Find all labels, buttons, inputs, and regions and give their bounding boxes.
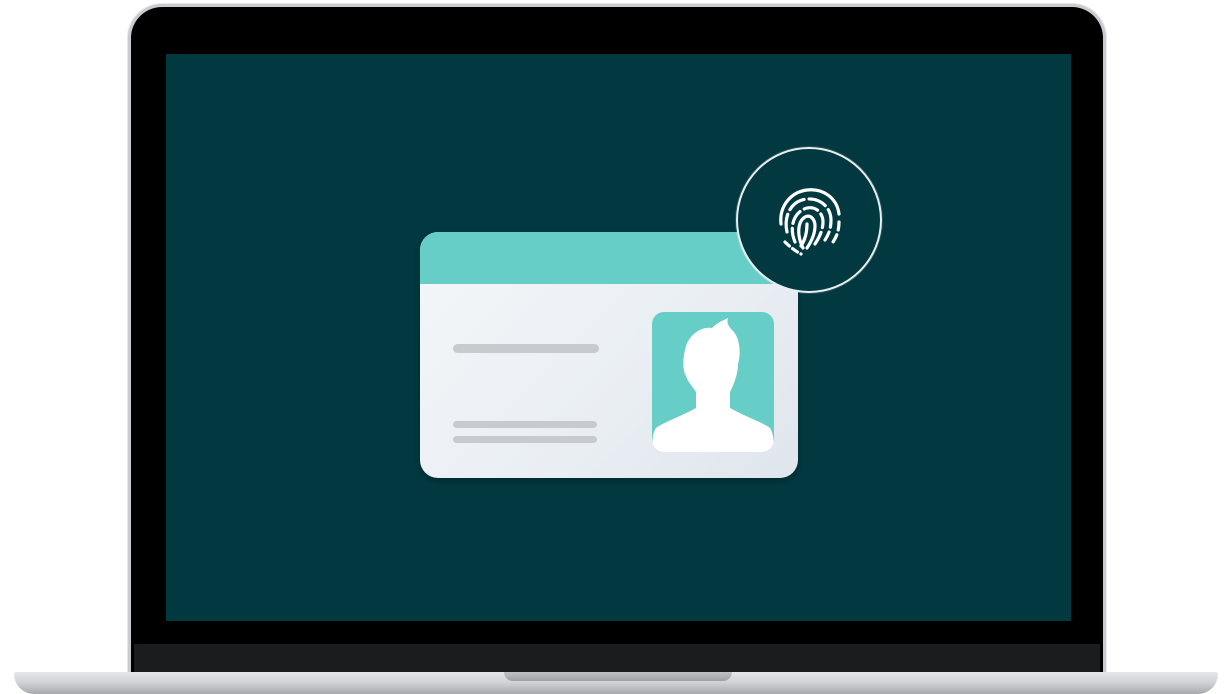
id-card-text-line (453, 344, 599, 353)
laptop-screen (166, 54, 1071, 621)
id-card-icon (420, 232, 798, 478)
fingerprint-icon (779, 188, 841, 256)
person-avatar-icon (652, 318, 774, 452)
id-card-photo (652, 312, 774, 452)
id-card-text-line (453, 436, 597, 443)
laptop-base-notch (504, 672, 732, 681)
laptop-illustration (0, 0, 1232, 694)
id-card-text-line (453, 421, 597, 428)
fingerprint-badge (736, 147, 882, 293)
